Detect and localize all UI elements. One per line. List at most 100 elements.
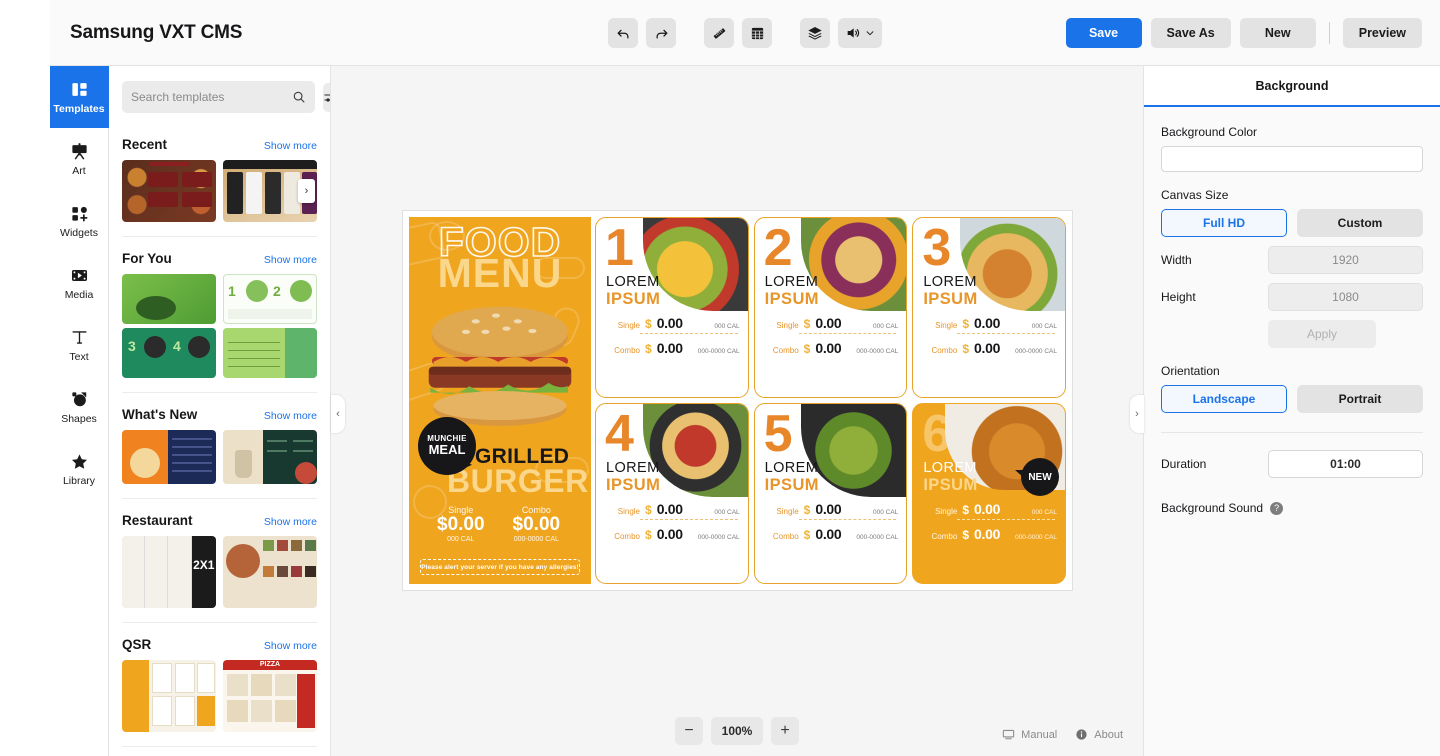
- show-more-link[interactable]: Show more: [264, 640, 317, 652]
- sidebar-item-shapes[interactable]: Shapes: [50, 376, 109, 438]
- about-link[interactable]: About: [1075, 728, 1123, 741]
- ruler-button[interactable]: [704, 18, 734, 48]
- price-divider: [798, 519, 897, 520]
- redo-button[interactable]: [646, 18, 676, 48]
- canvas-frame[interactable]: FOOD MENU MUNCHIE MEAL GRILLED BURGER Si…: [403, 211, 1072, 590]
- menu-item-card[interactable]: 6 NEW LOREM IPSUM Single $ 0.00 000 CAL: [912, 403, 1066, 584]
- layers-button[interactable]: [800, 18, 830, 48]
- chevron-left-icon: ‹: [336, 408, 340, 420]
- canvas-area[interactable]: FOOD MENU MUNCHIE MEAL GRILLED BURGER Si…: [331, 66, 1143, 756]
- sidebar-item-widgets[interactable]: Widgets: [50, 190, 109, 252]
- price-calories: 000 CAL: [873, 323, 899, 330]
- price-divider: [957, 333, 1055, 334]
- zoom-out-button[interactable]: −: [675, 717, 703, 745]
- orientation-label: Orientation: [1161, 364, 1220, 378]
- item-name-line2: IPSUM: [606, 290, 661, 308]
- show-more-link[interactable]: Show more: [264, 516, 317, 528]
- menu-item-card[interactable]: 4 LOREM IPSUM Single $ 0.00 000 CAL Comb…: [595, 403, 749, 584]
- undo-icon: [617, 29, 628, 38]
- width-input[interactable]: 1920: [1268, 246, 1423, 274]
- canvas-size-label: Canvas Size: [1161, 188, 1229, 202]
- price-label: Combo: [931, 346, 958, 355]
- sidebar-item-text[interactable]: Text: [50, 314, 109, 376]
- background-color-input[interactable]: [1161, 146, 1423, 172]
- price-value: 0.00: [656, 526, 683, 542]
- price-label: Single: [935, 507, 958, 516]
- canvas-size-full-hd-button[interactable]: Full HD: [1161, 209, 1287, 237]
- price-divider: [640, 333, 738, 334]
- sidebar-item-label: Text: [69, 350, 89, 363]
- canvas-size-custom-button[interactable]: Custom: [1297, 209, 1423, 237]
- templates-section-for-you: For You Show more 1 2 3 4: [109, 251, 330, 393]
- template-thumbnail[interactable]: 3 4: [122, 328, 216, 378]
- sidebar-item-art[interactable]: Art: [50, 128, 109, 190]
- search-box[interactable]: [122, 81, 315, 113]
- poster-left-panel[interactable]: FOOD MENU MUNCHIE MEAL GRILLED BURGER Si…: [409, 217, 591, 584]
- template-thumbnail[interactable]: [122, 660, 216, 732]
- show-more-link[interactable]: Show more: [264, 410, 317, 422]
- template-thumbnail[interactable]: [122, 160, 216, 222]
- template-thumbnail[interactable]: [122, 274, 216, 324]
- grid-button[interactable]: [742, 18, 772, 48]
- templates-scroll[interactable]: Recent Show more › For You Show more 1 2…: [109, 123, 330, 756]
- library-icon: [71, 454, 87, 469]
- save-button[interactable]: Save: [1065, 18, 1142, 48]
- save-as-button[interactable]: Save As: [1150, 18, 1231, 48]
- height-input[interactable]: 1080: [1268, 283, 1423, 311]
- filter-button[interactable]: [323, 82, 330, 112]
- search-input[interactable]: [131, 90, 286, 104]
- undo-button[interactable]: [608, 18, 638, 48]
- search-icon[interactable]: [292, 90, 306, 104]
- template-row: ›: [122, 160, 317, 222]
- sidebar-item-label: Shapes: [61, 412, 97, 425]
- volume-icon: [847, 28, 860, 38]
- show-more-link[interactable]: Show more: [264, 254, 317, 266]
- template-thumbnail[interactable]: [223, 536, 317, 608]
- design-canvas[interactable]: FOOD MENU MUNCHIE MEAL GRILLED BURGER Si…: [409, 217, 1066, 584]
- section-title: Recent: [122, 137, 168, 152]
- duration-input[interactable]: 01:00: [1268, 450, 1423, 478]
- sliders-icon: [324, 93, 330, 102]
- section-divider: [122, 622, 317, 623]
- sidebar-item-templates[interactable]: Templates: [49, 66, 109, 128]
- sidebar-item-media[interactable]: Media: [50, 252, 109, 314]
- show-more-link[interactable]: Show more: [264, 140, 317, 152]
- zoom-level-display[interactable]: 100%: [711, 717, 763, 745]
- price-calories: 000 CAL: [447, 535, 475, 543]
- new-badge: NEW: [1021, 458, 1059, 496]
- widgets-icon: [71, 206, 87, 222]
- template-thumbnail[interactable]: 2X1: [122, 536, 216, 608]
- volume-button[interactable]: [838, 18, 882, 48]
- header-divider: [1328, 22, 1330, 44]
- preview-button[interactable]: Preview: [1342, 18, 1422, 48]
- manual-link[interactable]: Manual: [1002, 728, 1057, 741]
- menu-item-card[interactable]: 3 LOREM IPSUM Single $ 0.00 000 CAL Comb…: [912, 217, 1066, 398]
- zoom-in-button[interactable]: +: [771, 717, 799, 745]
- sidebar-item-library[interactable]: Library: [50, 438, 109, 500]
- price-label: Single: [617, 321, 640, 330]
- collapse-left-panel-button[interactable]: ‹: [331, 395, 345, 433]
- template-row: 1 2: [122, 274, 317, 324]
- menu-item-card[interactable]: 5 LOREM IPSUM Single $ 0.00 000 CAL Comb…: [753, 403, 908, 584]
- carousel-next-button[interactable]: ›: [298, 179, 315, 203]
- template-thumbnail[interactable]: [223, 328, 317, 378]
- price-value: 0.00: [656, 315, 683, 331]
- template-thumbnail[interactable]: PIZZA: [223, 660, 317, 732]
- item-name-line1: LOREM: [606, 460, 660, 476]
- menu-item-card[interactable]: 2 LOREM IPSUM Single $ 0.00 000 CAL Comb…: [753, 217, 908, 398]
- info-icon: [1076, 729, 1087, 740]
- template-thumbnail[interactable]: 1 2: [223, 274, 317, 324]
- tab-background[interactable]: Background: [1256, 79, 1329, 93]
- item-price-combo: Combo $ 0.00 000-0000 CAL: [765, 526, 898, 542]
- question-icon[interactable]: ?: [1270, 501, 1284, 515]
- currency-symbol: $: [962, 528, 970, 542]
- apply-button[interactable]: Apply: [1268, 320, 1376, 348]
- orientation-portrait-button[interactable]: Portrait: [1297, 385, 1423, 413]
- template-thumbnail[interactable]: [223, 430, 317, 484]
- new-button[interactable]: New: [1239, 18, 1316, 48]
- menu-item-card[interactable]: 1 LOREM IPSUM Single $ 0.00 000 CAL Comb…: [595, 217, 749, 398]
- orientation-landscape-button[interactable]: Landscape: [1161, 385, 1287, 413]
- collapse-right-panel-button[interactable]: ›: [1130, 395, 1144, 433]
- template-thumbnail[interactable]: [122, 430, 216, 484]
- price-calories: 000 CAL: [714, 323, 740, 330]
